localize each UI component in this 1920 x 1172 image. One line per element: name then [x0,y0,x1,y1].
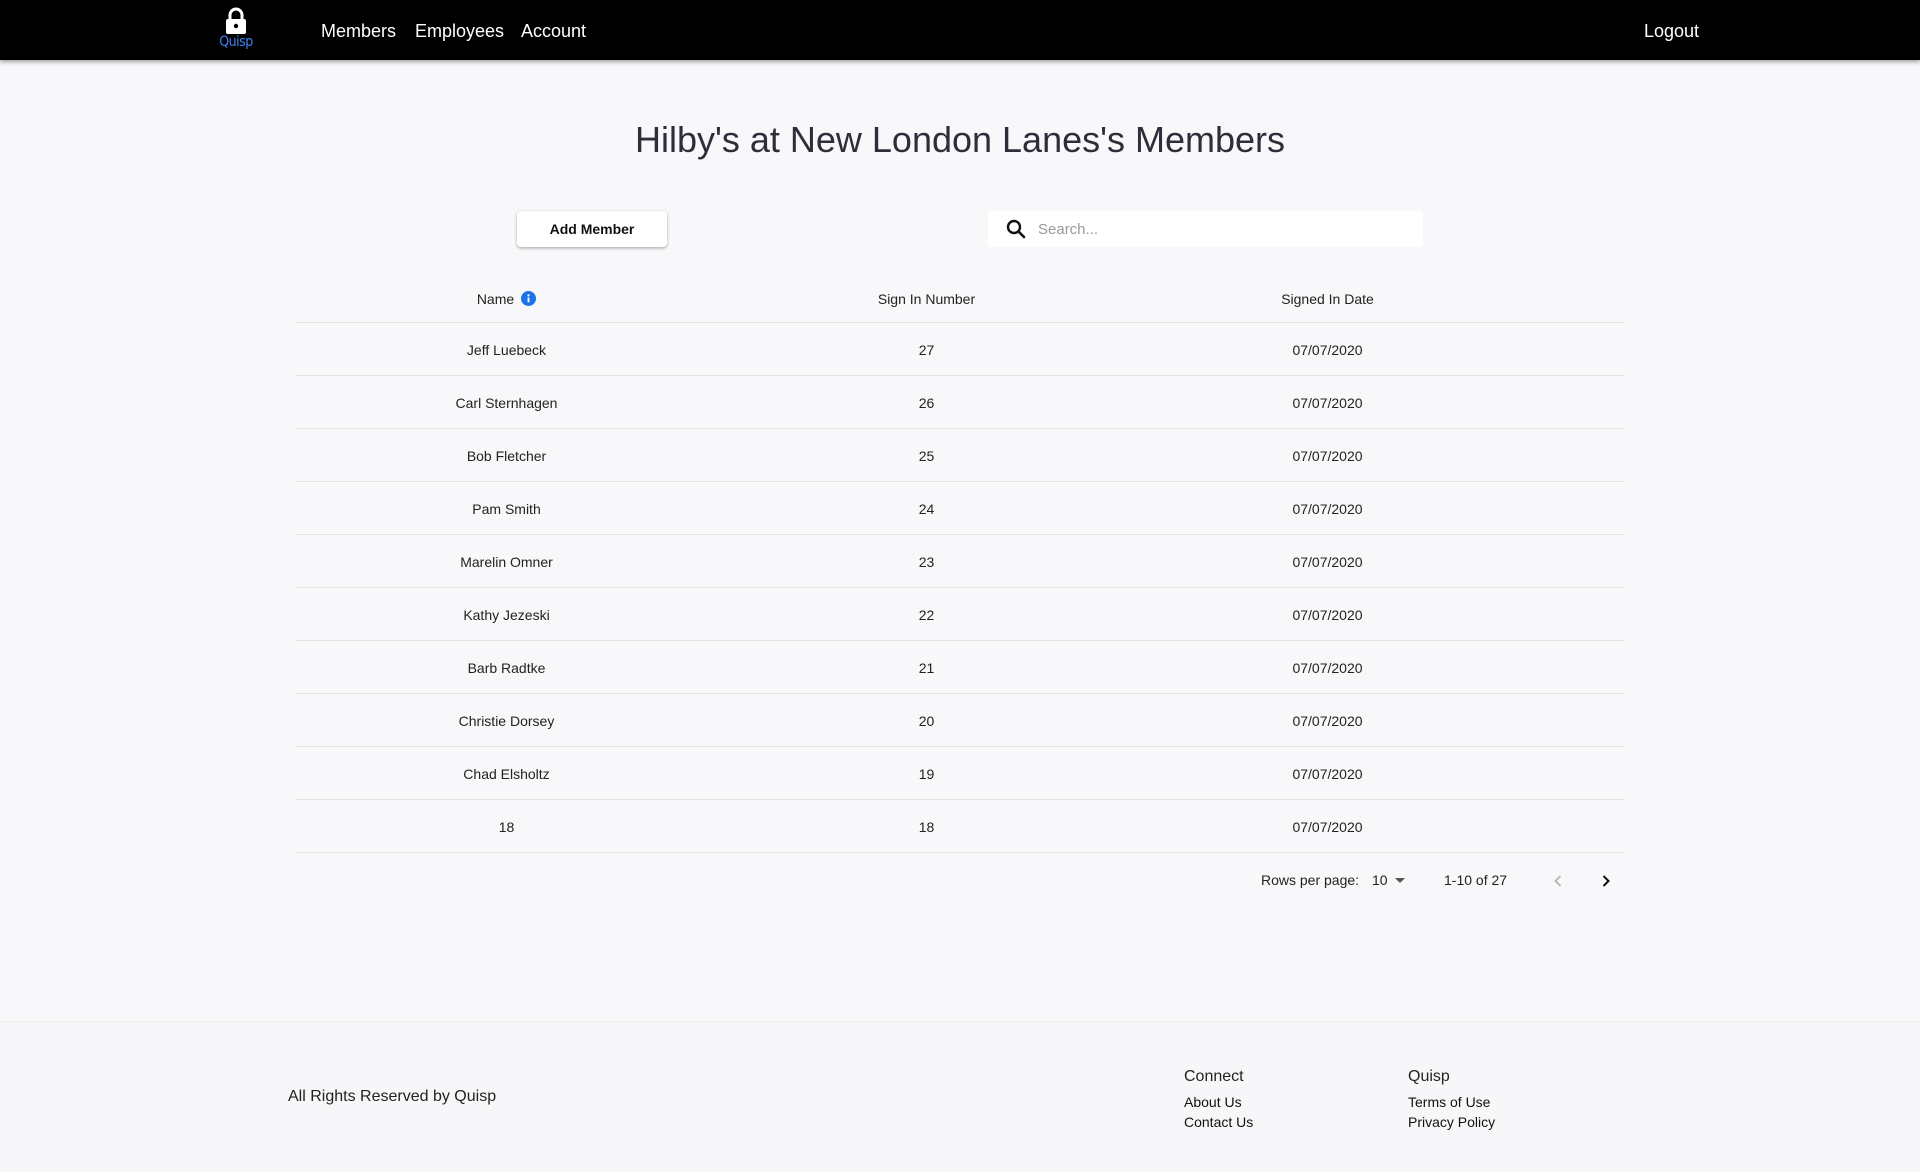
chevron-right-icon [1602,875,1610,887]
search-icon [1006,219,1026,239]
terms-of-use-link[interactable]: Terms of Use [1408,1092,1495,1112]
cell-sign-in-number: 26 [918,394,935,411]
cell-name: Christie Dorsey [458,712,555,729]
lock-icon [226,7,246,34]
members-table: Name Sign In Number Signed In Date Jeff … [295,270,1625,853]
header-name-label: Name [476,290,515,307]
search-box [988,211,1423,247]
cell-name: Pam Smith [472,500,541,517]
copyright-text: All Rights Reserved by Quisp [288,1088,497,1105]
add-member-button[interactable]: Add Member [517,211,667,247]
table-row[interactable]: Christie Dorsey 20 07/07/2020 [295,694,1625,747]
cell-signed-in-date: 07/07/2020 [1292,712,1363,729]
quisp-logo[interactable]: Quisp [212,6,260,54]
rows-per-page-label: Rows per page: [1261,872,1360,888]
previous-page-button[interactable] [1545,868,1571,894]
page-title: Hilby's at New London Lanes's Members [634,119,1286,160]
cell-signed-in-date: 07/07/2020 [1292,818,1363,835]
nav-link-account[interactable]: Account [521,20,586,42]
table-row[interactable]: Pam Smith 24 07/07/2020 [295,482,1625,535]
chevron-left-icon [1554,875,1562,887]
nav-link-employees[interactable]: Employees [415,20,504,42]
cell-sign-in-number: 22 [918,606,935,623]
cell-name: Jeff Luebeck [466,341,547,358]
cell-signed-in-date: 07/07/2020 [1292,659,1363,676]
table-row[interactable]: Chad Elsholtz 19 07/07/2020 [295,747,1625,800]
cell-signed-in-date: 07/07/2020 [1292,394,1363,411]
pagination-range: 1-10 of 27 [1444,872,1508,888]
cell-sign-in-number: 24 [918,500,935,517]
cell-name: Kathy Jezeski [463,606,550,623]
header-name[interactable]: Name [295,272,718,325]
footer: All Rights Reserved by Quisp Connect Abo… [0,1021,1920,1172]
table-row[interactable]: 18 18 07/07/2020 [295,800,1625,853]
header-sign-in-number: Sign In Number [877,290,976,307]
rows-per-page-value: 10 [1372,872,1388,888]
cell-name: Marelin Omner [460,553,553,570]
footer-quisp-heading: Quisp [1408,1068,1450,1085]
cell-name: Bob Fletcher [466,447,547,464]
table-header: Name Sign In Number Signed In Date [295,270,1625,323]
footer-quisp-column: Quisp Terms of Use Privacy Policy [1408,1067,1495,1132]
footer-connect-heading: Connect [1184,1068,1244,1085]
table-row[interactable]: Carl Sternhagen 26 07/07/2020 [295,376,1625,429]
dropdown-arrow-icon [1394,878,1405,883]
info-icon[interactable] [521,291,537,306]
logo-text: Quisp [219,34,253,50]
logout-link[interactable]: Logout [1644,20,1699,42]
cell-sign-in-number: 25 [918,447,935,464]
footer-connect-column: Connect About Us Contact Us [1184,1067,1253,1132]
cell-signed-in-date: 07/07/2020 [1292,341,1363,358]
contact-us-link[interactable]: Contact Us [1184,1112,1253,1132]
cell-name: 18 [498,818,515,835]
table-row[interactable]: Kathy Jezeski 22 07/07/2020 [295,588,1625,641]
about-us-link[interactable]: About Us [1184,1092,1253,1112]
table-row[interactable]: Barb Radtke 21 07/07/2020 [295,641,1625,694]
table-row[interactable]: Marelin Omner 23 07/07/2020 [295,535,1625,588]
cell-signed-in-date: 07/07/2020 [1292,553,1363,570]
cell-signed-in-date: 07/07/2020 [1292,606,1363,623]
cell-signed-in-date: 07/07/2020 [1292,500,1363,517]
cell-name: Carl Sternhagen [455,394,558,411]
cell-sign-in-number: 23 [918,553,935,570]
next-page-button[interactable] [1593,868,1619,894]
privacy-policy-link[interactable]: Privacy Policy [1408,1112,1495,1132]
table-pagination: Rows per page: 10 1-10 of 27 [295,860,1625,900]
cell-sign-in-number: 18 [918,818,935,835]
cell-sign-in-number: 27 [918,341,935,358]
header-signed-in-date: Signed In Date [1281,290,1374,307]
table-row[interactable]: Jeff Luebeck 27 07/07/2020 [295,323,1625,376]
cell-sign-in-number: 19 [918,765,935,782]
table-row[interactable]: Bob Fletcher 25 07/07/2020 [295,429,1625,482]
cell-sign-in-number: 21 [918,659,935,676]
cell-signed-in-date: 07/07/2020 [1292,765,1363,782]
cell-signed-in-date: 07/07/2020 [1292,447,1363,464]
top-navbar: Quisp Members Employees Account Logout [0,0,1920,60]
nav-link-members[interactable]: Members [321,20,396,42]
cell-name: Barb Radtke [467,659,546,676]
cell-sign-in-number: 20 [918,712,935,729]
cell-name: Chad Elsholtz [463,765,550,782]
search-input[interactable] [1038,211,1423,247]
rows-per-page-select[interactable]: 10 [1372,872,1406,888]
